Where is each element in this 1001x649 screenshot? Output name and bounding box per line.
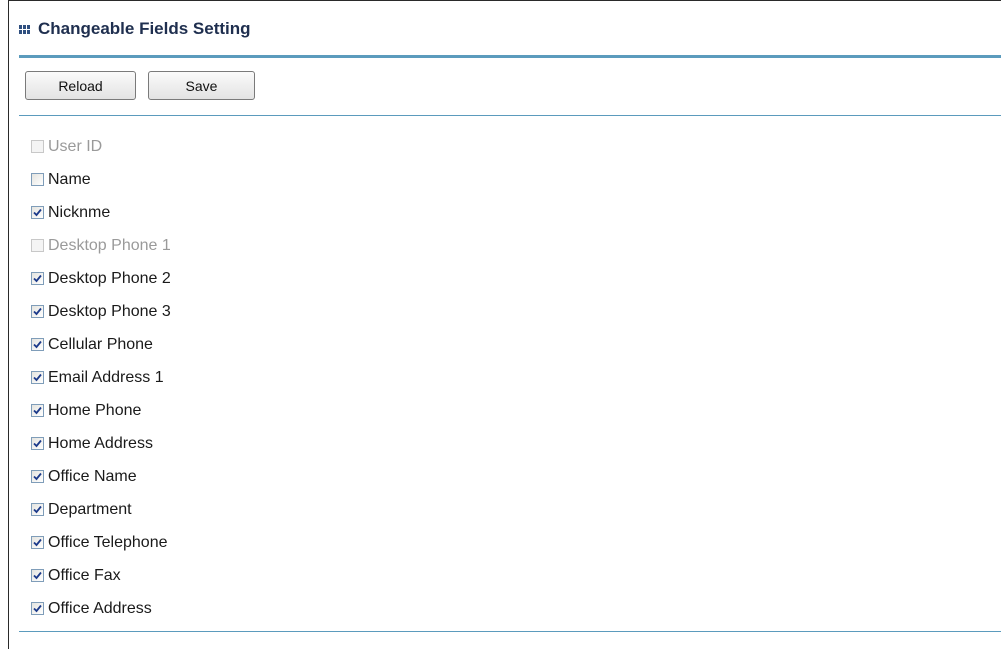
checkmark-icon <box>33 406 42 415</box>
field-item: User ID <box>31 130 171 163</box>
checkbox-checked[interactable] <box>31 371 44 384</box>
field-label: User ID <box>48 137 103 155</box>
field-label: Email Address 1 <box>48 368 164 386</box>
field-item[interactable]: Cellular Phone <box>31 328 171 361</box>
checkmark-icon <box>33 307 42 316</box>
field-label: Desktop Phone 3 <box>48 302 171 320</box>
field-item[interactable]: Nicknme <box>31 196 171 229</box>
toolbar-divider <box>19 115 1001 116</box>
checkmark-icon <box>33 439 42 448</box>
field-item[interactable]: Email Address 1 <box>31 361 171 394</box>
checkbox-unchecked <box>31 239 44 252</box>
panel-header: Changeable Fields Setting <box>19 16 251 42</box>
field-item[interactable]: Desktop Phone 3 <box>31 295 171 328</box>
field-item[interactable]: Office Name <box>31 460 171 493</box>
field-label: Nicknme <box>48 203 111 221</box>
checkmark-icon <box>33 505 42 514</box>
field-label: Home Phone <box>48 401 142 419</box>
checkbox-checked[interactable] <box>31 338 44 351</box>
checkmark-icon <box>33 208 42 217</box>
checkbox-unchecked[interactable] <box>31 173 44 186</box>
checkmark-icon <box>33 373 42 382</box>
field-label: Office Name <box>48 467 137 485</box>
checkmark-icon <box>33 274 42 283</box>
field-label: Name <box>48 170 91 188</box>
field-label: Office Address <box>48 599 152 617</box>
save-button[interactable]: Save <box>148 71 255 100</box>
page-title: Changeable Fields Setting <box>38 19 251 38</box>
field-list: User ID Name Nicknme Desktop Phone 1 Desktop… <box>31 130 171 625</box>
checkbox-checked[interactable] <box>31 569 44 582</box>
field-label: Desktop Phone 2 <box>48 269 171 287</box>
field-label: Office Fax <box>48 566 121 584</box>
field-item[interactable]: Department <box>31 493 171 526</box>
field-item[interactable]: Office Address <box>31 592 171 625</box>
header-divider <box>19 55 1001 58</box>
checkbox-checked[interactable] <box>31 536 44 549</box>
checkmark-icon <box>33 538 42 547</box>
toolbar: Reload Save <box>25 71 255 100</box>
checkmark-icon <box>33 571 42 580</box>
checkbox-checked[interactable] <box>31 272 44 285</box>
field-label: Home Address <box>48 434 153 452</box>
checkmark-icon <box>33 604 42 613</box>
checkbox-checked[interactable] <box>31 404 44 417</box>
grid-icon <box>19 24 32 34</box>
checkbox-unchecked <box>31 140 44 153</box>
field-label: Desktop Phone 1 <box>48 236 171 254</box>
reload-button[interactable]: Reload <box>25 71 136 100</box>
settings-panel: Changeable Fields Setting Reload Save Us… <box>8 0 1001 649</box>
checkbox-checked[interactable] <box>31 470 44 483</box>
checkbox-checked[interactable] <box>31 206 44 219</box>
checkbox-checked[interactable] <box>31 602 44 615</box>
field-item[interactable]: Desktop Phone 2 <box>31 262 171 295</box>
checkbox-checked[interactable] <box>31 503 44 516</box>
checkbox-checked[interactable] <box>31 305 44 318</box>
field-label: Office Telephone <box>48 533 168 551</box>
checkmark-icon <box>33 340 42 349</box>
field-item: Desktop Phone 1 <box>31 229 171 262</box>
field-item[interactable]: Name <box>31 163 171 196</box>
field-item[interactable]: Office Telephone <box>31 526 171 559</box>
checkbox-checked[interactable] <box>31 437 44 450</box>
field-item[interactable]: Home Phone <box>31 394 171 427</box>
field-label: Cellular Phone <box>48 335 153 353</box>
field-item[interactable]: Office Fax <box>31 559 171 592</box>
checkmark-icon <box>33 472 42 481</box>
bottom-divider <box>19 631 1001 632</box>
field-item[interactable]: Home Address <box>31 427 171 460</box>
field-label: Department <box>48 500 132 518</box>
